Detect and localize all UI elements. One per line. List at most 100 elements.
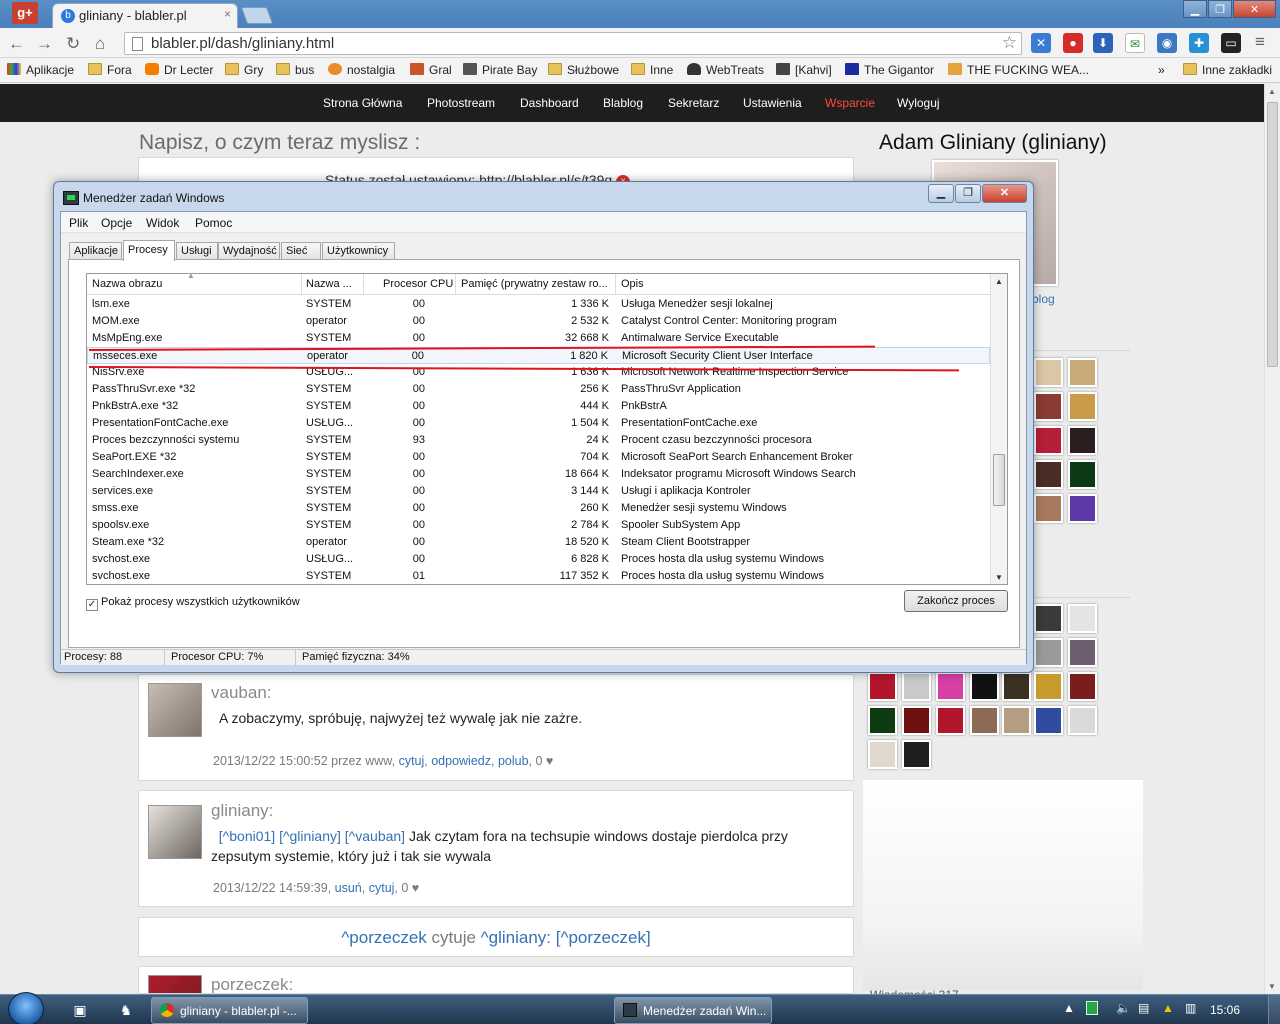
extension-media-icon[interactable]: ▭ [1221, 33, 1241, 53]
mention-link[interactable]: [^vauban] [345, 828, 405, 844]
extension-download-icon[interactable]: ⬇ [1093, 33, 1113, 53]
follower-avatar[interactable] [1034, 392, 1063, 421]
show-all-processes[interactable]: ✓ Pokaż procesy wszystkich użytkowników [86, 596, 300, 611]
bookmark-sluzbowe[interactable]: Służbowe [548, 63, 619, 77]
follower-avatar[interactable] [1068, 358, 1097, 387]
start-button[interactable] [8, 992, 44, 1024]
commenter-avatar[interactable] [148, 683, 202, 737]
process-row[interactable]: PassThruSvr.exe *32 SYSTEM 00 256 K PassThru… [87, 381, 990, 398]
quote-target-link[interactable]: ^gliniany: [481, 928, 551, 947]
follower-avatar[interactable] [1034, 426, 1063, 455]
tm-maximize-button[interactable]: ❐ [955, 184, 981, 203]
back-arrow-icon[interactable]: ← [8, 34, 25, 54]
tab-uzytkownicy[interactable]: Użytkownicy [322, 242, 395, 260]
process-row[interactable]: services.exe SYSTEM 00 3 144 K Usługi i apli… [87, 483, 990, 500]
nav-blablog[interactable]: Blablog [603, 96, 643, 110]
browser-tab[interactable]: b gliniany - blabler.pl × [52, 3, 238, 28]
tray-expand-icon[interactable]: ▲ [1063, 1001, 1075, 1015]
maximize-button[interactable]: ❐ [1208, 0, 1232, 18]
process-row[interactable]: Proces bezczynności systemu SYSTEM 93 24 K P… [87, 432, 990, 449]
menu-opcje[interactable]: Opcje [101, 216, 132, 230]
bookmark-nostalgia[interactable]: nostalgia [328, 63, 395, 77]
following-avatar[interactable] [902, 672, 931, 701]
network-icon[interactable]: ▤ [1138, 1001, 1149, 1015]
process-row[interactable]: SearchIndexer.exe SYSTEM 00 18 664 K Indeksa… [87, 466, 990, 483]
follower-avatar[interactable] [1068, 426, 1097, 455]
bookmark-dr-lecter[interactable]: Dr Lecter [145, 63, 213, 77]
commenter-avatar[interactable] [148, 975, 202, 993]
pinned-app-icon[interactable]: ♞ [116, 1000, 136, 1020]
like-link[interactable]: polub [498, 754, 529, 768]
reload-icon[interactable]: ↻ [66, 34, 80, 54]
scroll-down-icon[interactable]: ▼ [1268, 982, 1276, 991]
following-avatar[interactable] [1068, 706, 1097, 735]
following-avatar[interactable] [1002, 672, 1031, 701]
tab-aplikacje[interactable]: Aplikacje [69, 242, 122, 260]
volume-icon[interactable]: 🔈 [1116, 1001, 1131, 1015]
following-avatar[interactable] [936, 672, 965, 701]
scroll-down-icon[interactable]: ▼ [995, 573, 1003, 582]
bookmark-kahvi[interactable]: [Kahvi] [776, 63, 832, 77]
process-row[interactable]: svchost.exe USŁUG... 00 6 828 K Proces hosta… [87, 551, 990, 568]
col-description[interactable]: Opis [621, 278, 644, 290]
show-desktop-button[interactable] [1268, 995, 1280, 1024]
process-table-scrollbar[interactable]: ▲ ▼ [990, 274, 1007, 584]
following-avatar[interactable] [1002, 706, 1031, 735]
comment-author[interactable]: porzeczek: [211, 975, 293, 993]
menu-pomoc[interactable]: Pomoc [195, 216, 232, 230]
following-avatar[interactable] [970, 706, 999, 735]
bookmark-gry[interactable]: Gry [225, 63, 263, 77]
process-row[interactable]: svchost.exe SYSTEM 01 117 352 K Proces hosta… [87, 568, 990, 584]
process-row[interactable]: PresentationFontCache.exe USŁUG... 00 1 504… [87, 415, 990, 432]
quote-link[interactable]: cytuj [399, 754, 425, 768]
tm-close-button[interactable]: ✕ [982, 184, 1027, 203]
end-process-button[interactable]: Zakończ proces [904, 590, 1008, 612]
nav-wsparcie[interactable]: Wsparcie [825, 96, 875, 110]
quote-ref-link[interactable]: [^porzeczek] [556, 928, 651, 947]
following-avatar[interactable] [868, 740, 897, 769]
following-avatar[interactable] [1068, 672, 1097, 701]
follower-avatar[interactable] [1068, 494, 1097, 523]
bookmark-the-gigantor[interactable]: The Gigantor [845, 63, 934, 77]
nav-wyloguj[interactable]: Wyloguj [897, 96, 940, 110]
following-avatar[interactable] [868, 706, 897, 735]
address-bar[interactable]: blabler.pl/dash/gliniany.html ☆ [124, 32, 1022, 55]
tab-uslugi[interactable]: Usługi [176, 242, 218, 260]
extension-mail-icon[interactable]: ✉ [1125, 33, 1145, 53]
tab-siec[interactable]: Sieć [281, 242, 321, 260]
bookmark-pirate-bay[interactable]: Pirate Bay [463, 63, 537, 77]
bookmark-star-icon[interactable]: ☆ [1002, 33, 1017, 53]
tab-close-icon[interactable]: × [224, 7, 231, 21]
process-row[interactable]: spoolsv.exe SYSTEM 00 2 784 K Spooler SubSys… [87, 517, 990, 534]
bookmark-weather[interactable]: THE FUCKING WEA... [948, 63, 1089, 77]
close-window-button[interactable]: ✕ [1233, 0, 1276, 18]
tm-minimize-button[interactable]: ▁ [928, 184, 954, 203]
col-memory[interactable]: Pamięć (prywatny zestaw ro... [461, 278, 608, 290]
pinned-app-icon[interactable]: ▣ [70, 1000, 90, 1020]
show-all-checkbox[interactable]: ✓ [86, 599, 98, 611]
delete-link[interactable]: usuń [335, 881, 362, 895]
bookmark-apps[interactable]: Aplikacje [7, 63, 74, 77]
profile-blog-link[interactable]: blog [1032, 292, 1055, 306]
extension-rss-icon[interactable]: ◉ [1157, 33, 1177, 53]
menu-widok[interactable]: Widok [146, 216, 179, 230]
nav-sekretarz[interactable]: Sekretarz [668, 96, 719, 110]
tray-app-icon[interactable]: ▥ [1185, 1001, 1196, 1015]
comment-author[interactable]: gliniany: [211, 801, 273, 821]
process-row[interactable]: lsm.exe SYSTEM 00 1 336 K Usługa Menedżer se… [87, 296, 990, 313]
following-avatar[interactable] [1034, 638, 1063, 667]
following-avatar[interactable] [1068, 638, 1097, 667]
quote-user-link[interactable]: ^porzeczek [341, 928, 426, 947]
tray-app-icon[interactable] [1086, 1001, 1098, 1015]
bookmarks-overflow-button[interactable]: » [1158, 63, 1165, 77]
bookmark-inne[interactable]: Inne [631, 63, 673, 77]
scroll-up-icon[interactable]: ▲ [995, 277, 1003, 286]
extension-abp-icon[interactable]: ● [1063, 33, 1083, 53]
drive-icon[interactable]: ▲ [1162, 1001, 1174, 1015]
process-row[interactable]: MOM.exe operator 00 2 532 K Catalyst Control… [87, 313, 990, 330]
following-avatar[interactable] [868, 672, 897, 701]
following-avatar[interactable] [902, 706, 931, 735]
quote-link[interactable]: cytuj [369, 881, 395, 895]
bookmark-other[interactable]: Inne zakładki [1183, 63, 1272, 77]
col-image-name[interactable]: Nazwa obrazu [92, 278, 162, 290]
